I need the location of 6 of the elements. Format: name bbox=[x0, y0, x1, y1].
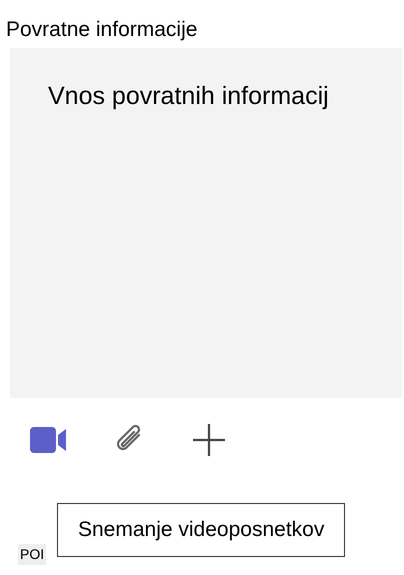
badge: POI bbox=[18, 544, 46, 565]
plus-icon bbox=[192, 423, 226, 457]
video-camera-icon bbox=[30, 427, 68, 453]
tooltip: Snemanje videoposnetkov bbox=[57, 503, 346, 557]
field-label: Povratne informacije bbox=[6, 17, 198, 43]
feedback-input[interactable]: Vnos povratnih informacij bbox=[10, 48, 402, 398]
